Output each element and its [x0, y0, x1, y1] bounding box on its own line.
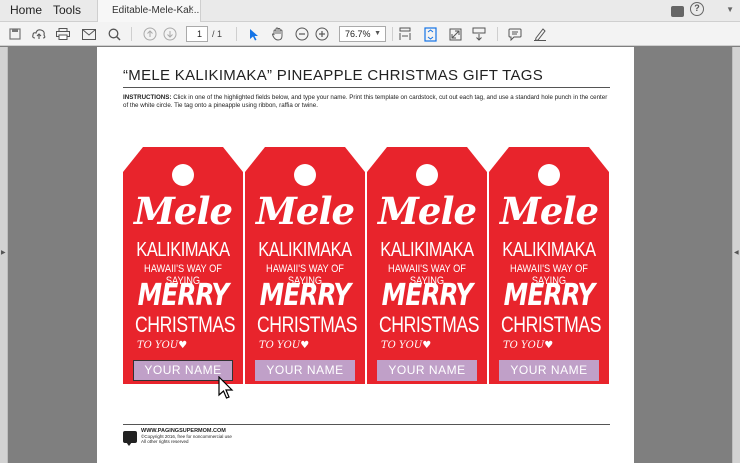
tools-tab[interactable]: Tools	[53, 3, 81, 17]
mouse-cursor-icon	[218, 376, 234, 399]
footer-divider	[123, 424, 610, 425]
select-arrow-icon[interactable]	[245, 25, 263, 43]
tag-kalikimaka-text: KALIKIMAKA	[136, 239, 230, 261]
help-icon[interactable]: ?	[690, 2, 704, 16]
name-input-field[interactable]: YOUR NAME	[255, 360, 355, 381]
document-page: “MELE KALIKIMAKA” PINEAPPLE CHRISTMAS GI…	[97, 47, 634, 463]
name-input-field[interactable]: YOUR NAME	[377, 360, 477, 381]
zoom-select[interactable]: 76.7% ▼	[339, 26, 386, 42]
name-input-field[interactable]: YOUR NAME	[499, 360, 599, 381]
heart-icon: ♥	[300, 340, 310, 351]
tag-merry-text: MERRY	[381, 278, 473, 313]
divider	[123, 87, 610, 88]
tag-to-you-text: TO YOU	[137, 340, 179, 351]
heart-icon: ♥	[178, 340, 188, 351]
tag-merry-text: MERRY	[259, 278, 351, 313]
toolbar-divider	[392, 27, 393, 41]
app-tab-bar: Home Tools Editable-Mele-Kal... × ? ▼	[0, 0, 740, 22]
scroll-mode-icon[interactable]	[470, 25, 488, 43]
tag-to-you: TO YOU♥	[259, 340, 309, 351]
zoom-in-icon[interactable]	[313, 25, 331, 43]
tag-to-you: TO YOU♥	[137, 340, 187, 351]
fullscreen-icon[interactable]	[446, 25, 464, 43]
speech-bubble-logo-icon	[123, 431, 137, 446]
page-up-icon[interactable]	[141, 25, 159, 43]
heart-icon: ♥	[422, 340, 432, 351]
gift-tag: Mele KALIKIMAKA HAWAII'S WAY OF SAYING M…	[123, 147, 243, 384]
tag-to-you-text: TO YOU	[259, 340, 301, 351]
sign-icon[interactable]	[531, 25, 549, 43]
document-tab-label: Editable-Mele-Kal...	[112, 5, 200, 16]
left-panel-toggle[interactable]: ▶	[0, 47, 8, 463]
email-icon[interactable]	[80, 25, 98, 43]
gift-tag: Mele KALIKIMAKA HAWAII'S WAY OF SAYING M…	[489, 147, 609, 384]
comment-icon[interactable]	[506, 25, 524, 43]
tag-merry-text: MERRY	[137, 278, 229, 313]
footer-rights: All other rights reserved	[141, 439, 189, 444]
save-icon[interactable]	[6, 25, 24, 43]
zoom-out-icon[interactable]	[293, 25, 311, 43]
close-tab-icon[interactable]: ×	[188, 4, 194, 15]
tag-to-you-text: TO YOU	[503, 340, 545, 351]
tag-mele-text: Mele	[255, 189, 355, 233]
home-tab[interactable]: Home	[10, 3, 42, 17]
toolbar-divider	[236, 27, 237, 41]
zoom-value: 76.7%	[345, 29, 371, 39]
tag-to-you: TO YOU♥	[381, 340, 431, 351]
chevron-left-icon: ◀	[734, 250, 739, 256]
comments-icon[interactable]	[671, 5, 684, 17]
toolbar-divider	[497, 27, 498, 41]
fit-page-icon[interactable]	[396, 25, 414, 43]
instructions-label: INSTRUCTIONS:	[123, 94, 172, 101]
right-panel-toggle[interactable]: ◀	[732, 47, 740, 463]
hand-tool-icon[interactable]	[269, 25, 287, 43]
page-total: / 1	[212, 29, 223, 39]
tag-kalikimaka-text: KALIKIMAKA	[380, 239, 474, 261]
page-view-icon[interactable]	[421, 25, 439, 43]
tag-mele-text: Mele	[133, 189, 233, 233]
tag-mele-text: Mele	[499, 189, 599, 233]
tag-christmas-text: CHRISTMAS	[135, 312, 236, 337]
tag-to-you: TO YOU♥	[503, 340, 553, 351]
gift-tag: Mele KALIKIMAKA HAWAII'S WAY OF SAYING M…	[367, 147, 487, 384]
page-down-icon[interactable]	[161, 25, 179, 43]
print-icon[interactable]	[54, 25, 72, 43]
upload-icon[interactable]	[30, 25, 48, 43]
chevron-down-icon: ▼	[374, 30, 381, 37]
tag-to-you-text: TO YOU	[381, 340, 423, 351]
instructions-text: INSTRUCTIONS: Click in one of the highli…	[123, 94, 610, 110]
tag-christmas-text: CHRISTMAS	[379, 312, 480, 337]
tag-christmas-text: CHRISTMAS	[257, 312, 358, 337]
tag-christmas-text: CHRISTMAS	[501, 312, 602, 337]
footer: WWW.PAGINGSUPERMOM.COM ©Copyright 2016, …	[141, 428, 232, 444]
gift-tag: Mele KALIKIMAKA HAWAII'S WAY OF SAYING M…	[245, 147, 365, 384]
search-icon[interactable]	[105, 25, 123, 43]
tag-merry-text: MERRY	[503, 278, 595, 313]
page-number-input[interactable]: 1	[186, 26, 208, 42]
tag-kalikimaka-text: KALIKIMAKA	[258, 239, 352, 261]
document-tab[interactable]: Editable-Mele-Kal... ×	[97, 0, 201, 22]
heart-icon: ♥	[544, 340, 554, 351]
tag-kalikimaka-text: KALIKIMAKA	[502, 239, 596, 261]
chevron-right-icon: ▶	[1, 250, 6, 256]
instructions-body: Click in one of the highlighted fields b…	[123, 94, 608, 109]
tag-mele-text: Mele	[377, 189, 477, 233]
document-title: “MELE KALIKIMAKA” PINEAPPLE CHRISTMAS GI…	[123, 67, 544, 84]
chevron-down-icon[interactable]: ▼	[726, 5, 734, 14]
toolbar-divider	[131, 27, 132, 41]
main-toolbar: 1 / 1 76.7% ▼	[0, 22, 740, 46]
